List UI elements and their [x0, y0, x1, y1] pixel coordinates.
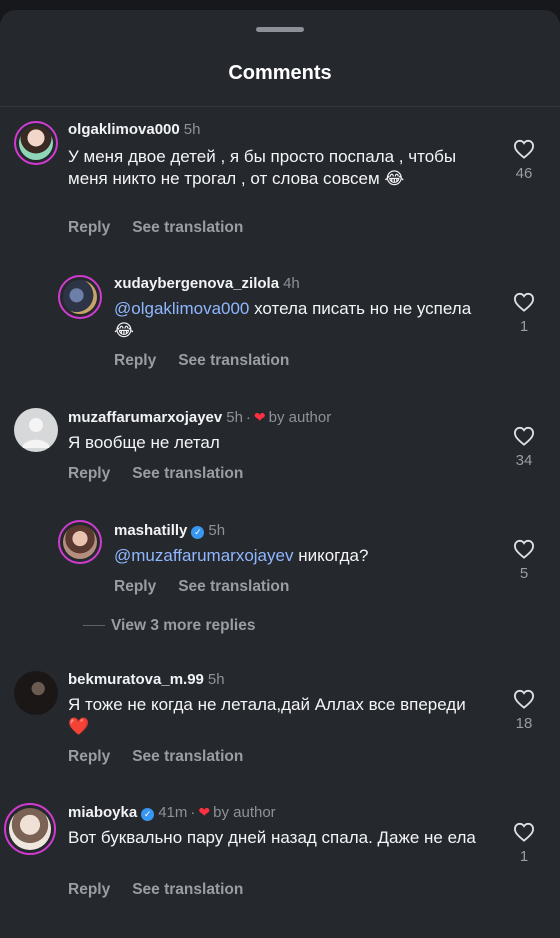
comment-text: @olgaklimova000 хотела писать но не успе… — [114, 299, 472, 340]
heart-outline-icon — [513, 822, 535, 842]
like-count: 1 — [519, 848, 529, 865]
avatar[interactable] — [14, 671, 58, 715]
see-translation-button[interactable]: See translation — [132, 748, 243, 765]
comment-time: 4h — [283, 275, 300, 292]
see-translation-button[interactable]: See translation — [132, 881, 243, 898]
reply-button[interactable]: Reply — [68, 465, 110, 482]
like-count: 18 — [515, 715, 533, 732]
header-divider — [0, 106, 560, 107]
like-count: 46 — [515, 165, 533, 182]
see-translation-button[interactable]: See translation — [132, 219, 243, 236]
like-button[interactable]: 46 — [502, 139, 546, 182]
heart-outline-icon — [513, 539, 535, 559]
username[interactable]: xudaybergenova_zilola — [114, 275, 279, 292]
heart-outline-icon — [513, 139, 535, 159]
reply-button[interactable]: Reply — [68, 748, 110, 765]
like-count: 34 — [515, 452, 533, 469]
avatar[interactable] — [58, 520, 102, 564]
reply-button[interactable]: Reply — [114, 578, 156, 595]
like-button[interactable]: 5 — [502, 539, 546, 582]
view-more-replies-button[interactable]: View 3 more replies — [83, 617, 255, 635]
like-count: 5 — [519, 565, 529, 582]
comment-text: Вот буквально пару дней назад спала. Даж… — [68, 828, 476, 847]
liked-by-author-heart-icon: ❤ — [198, 804, 211, 820]
comment-time: 5h — [226, 409, 243, 426]
verified-badge-icon: ✓ — [141, 808, 155, 821]
liked-by-author-heart-icon: ❤ — [253, 409, 266, 425]
drag-handle[interactable] — [256, 27, 304, 32]
avatar[interactable] — [14, 121, 58, 165]
heart-outline-icon — [513, 292, 535, 312]
mention-link[interactable]: @olgaklimova000 — [114, 299, 249, 318]
username[interactable]: muzaffarumarxojayev — [68, 409, 222, 426]
username[interactable]: olgaklimova000 — [68, 121, 180, 138]
comment-text: @muzaffarumarxojayev никогда? — [114, 546, 369, 565]
verified-badge-icon: ✓ — [191, 526, 205, 539]
comment-time: 5h — [208, 522, 226, 539]
comment-time: 41m — [158, 804, 188, 821]
like-button[interactable]: 1 — [502, 822, 546, 865]
see-translation-button[interactable]: See translation — [178, 578, 289, 595]
sheet-title: Comments — [228, 62, 332, 84]
by-author-label: by author — [213, 804, 276, 821]
comment-time: 5h — [183, 121, 201, 138]
see-translation-button[interactable]: See translation — [132, 465, 243, 482]
heart-outline-icon — [513, 426, 535, 446]
like-count: 1 — [519, 318, 529, 335]
comment-text: Я вообще не летал — [68, 433, 220, 452]
mention-link[interactable]: @muzaffarumarxojayev — [114, 546, 293, 565]
reply-button[interactable]: Reply — [114, 352, 156, 369]
reply-button[interactable]: Reply — [68, 219, 110, 236]
avatar[interactable] — [4, 803, 56, 855]
reply-button[interactable]: Reply — [68, 881, 110, 898]
like-button[interactable]: 1 — [502, 292, 546, 335]
comment-time: 5h — [207, 671, 225, 688]
comment-text: Я тоже не когда не летала,дай Аллах все … — [68, 695, 466, 736]
like-button[interactable]: 18 — [502, 689, 546, 732]
avatar[interactable] — [58, 275, 102, 319]
like-button[interactable]: 34 — [502, 426, 546, 469]
username[interactable]: bekmuratova_m.99 — [68, 671, 204, 688]
comment-text: У меня двое детей , я бы просто поспала … — [68, 147, 457, 188]
username[interactable]: mashatilly — [114, 522, 187, 539]
by-author-label: by author — [268, 409, 332, 426]
avatar[interactable] — [14, 408, 58, 452]
username[interactable]: miaboyka — [68, 804, 137, 821]
see-translation-button[interactable]: See translation — [178, 352, 289, 369]
heart-outline-icon — [513, 689, 535, 709]
view-more-line — [83, 625, 105, 627]
default-avatar-icon — [22, 418, 50, 448]
